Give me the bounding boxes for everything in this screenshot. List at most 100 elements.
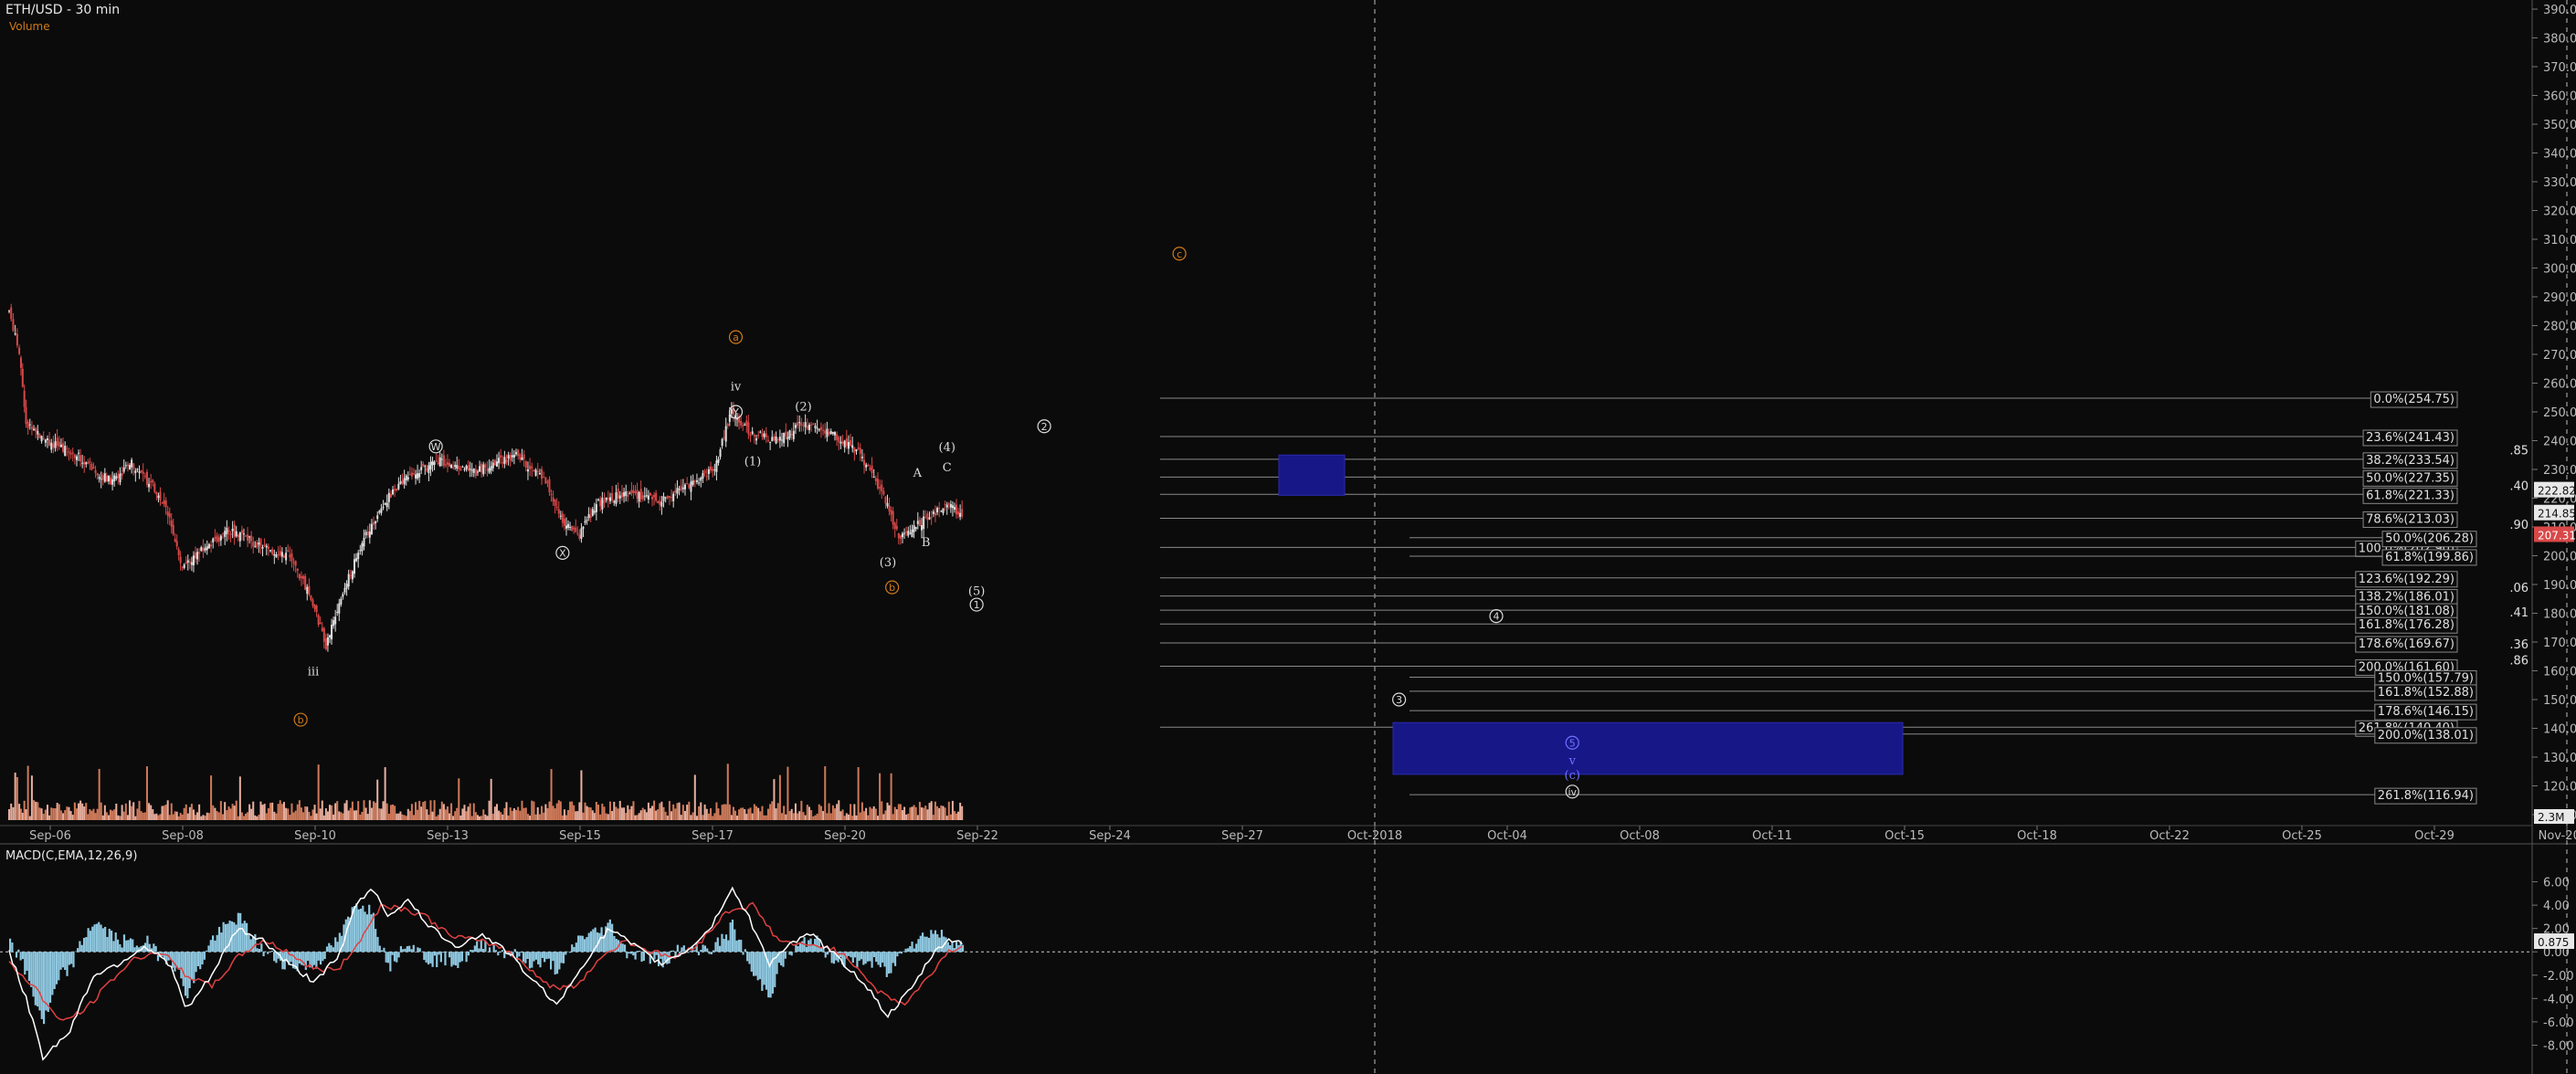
candle-body [550, 494, 553, 496]
wave-label: X [559, 547, 566, 559]
macd-histogram-bar [668, 952, 670, 963]
macd-histogram-bar [19, 952, 22, 961]
fib-label-left: 0.0%(254.75) [2373, 393, 2455, 406]
candle-body [886, 502, 889, 507]
volume-bar [730, 815, 733, 820]
volume-bar [584, 802, 586, 820]
candle-body [698, 482, 701, 484]
macd-histogram-bar [761, 952, 764, 992]
macd-histogram-bar [636, 951, 639, 953]
fib-label-left: 161.8%(176.28) [2359, 618, 2455, 632]
volume-bar [245, 813, 247, 820]
macd-histogram-bar [119, 943, 121, 953]
macd-histogram-bar [383, 947, 385, 953]
candle-body [19, 357, 22, 368]
macd-histogram-bar [72, 952, 75, 968]
volume-bar [495, 804, 498, 820]
volume-last-tag: 2.3M [2538, 811, 2564, 824]
macd-histogram-bar [666, 952, 669, 964]
volume-bar [517, 806, 520, 820]
volume-bar [265, 813, 268, 820]
candle-body [68, 451, 70, 453]
volume-bar [498, 810, 501, 820]
macd-histogram-bar [826, 952, 829, 955]
volume-bar [479, 816, 481, 820]
candle-body [554, 499, 556, 506]
candle-body [231, 528, 234, 532]
volume-bar [16, 776, 18, 820]
time-tick-label: Oct-18 [2017, 829, 2057, 843]
volume-bar [357, 801, 360, 820]
macd-histogram-bar [805, 946, 808, 953]
volume-bar [408, 810, 411, 820]
volume-bar [405, 816, 407, 820]
candle-body [509, 454, 512, 461]
volume-bar [174, 811, 176, 820]
macd-histogram-bar [315, 952, 318, 969]
time-tick-label: Oct-29 [2414, 829, 2455, 843]
candle-body [523, 454, 525, 459]
candle-body [882, 490, 885, 495]
volume-bar [486, 816, 489, 820]
candle-body [893, 522, 896, 530]
macd-histogram-bar [608, 919, 611, 953]
wave-label: a [733, 332, 739, 343]
macd-histogram-bar [628, 952, 630, 954]
candle-body [275, 554, 278, 558]
candle-body [899, 535, 902, 540]
macd-histogram-bar [273, 952, 276, 962]
macd-histogram-bar [399, 945, 403, 953]
volume-bar [153, 814, 156, 820]
macd-histogram-bar [780, 952, 783, 966]
volume-bar [670, 811, 673, 820]
volume-bar [359, 814, 362, 820]
volume-bar [470, 816, 473, 820]
volume-bar [586, 806, 588, 820]
candle-body [783, 432, 786, 444]
fib-partial-label: .41 [2509, 606, 2528, 620]
candle-body [769, 442, 772, 444]
volume-bar [761, 806, 764, 820]
volume-bar [467, 806, 470, 820]
candle-body [571, 525, 574, 531]
macd-histogram-bar [258, 949, 261, 953]
candle-body [838, 437, 840, 443]
chart-stage[interactable]: ETH/USD - 30 min Volume MACD(C,EMA,12,26… [0, 0, 2576, 1074]
candle-body [702, 473, 704, 479]
macd-histogram-bar [945, 937, 947, 953]
candle-body [874, 478, 877, 481]
candle-body [287, 550, 290, 553]
candle-body [476, 471, 479, 473]
macd-histogram-bar [742, 952, 744, 955]
macd-histogram-bar [579, 935, 582, 953]
wave-label: (1) [744, 456, 761, 469]
candle-body [163, 500, 165, 504]
volume-bar [375, 802, 377, 820]
volume-bar [444, 809, 447, 820]
volume-bar [507, 815, 510, 820]
price-chart-svg[interactable]: 110.00120.00130.00140.00150.00160.00170.… [0, 0, 2576, 1074]
volume-bar [364, 807, 367, 820]
volume-bar [110, 809, 111, 820]
candle-body [166, 511, 169, 516]
candle-body [578, 534, 581, 539]
volume-bar [959, 802, 962, 820]
candle-body [536, 470, 539, 472]
wave-label: (4) [939, 441, 955, 455]
candle-body [261, 546, 264, 549]
candle-body [705, 476, 708, 478]
volume-bar [155, 813, 158, 820]
candle-body [826, 428, 829, 437]
volume-bar [526, 814, 529, 820]
macd-histogram-bar [95, 923, 99, 953]
time-tick-label: Sep-06 [29, 829, 71, 843]
candle-body [306, 586, 309, 595]
macd-histogram-bar [243, 921, 246, 953]
candle-body [792, 430, 795, 439]
macd-histogram-bar [48, 952, 52, 1003]
macd-histogram-bar [216, 934, 218, 953]
candle-body [410, 472, 413, 477]
volume-bar [403, 815, 406, 820]
volume-bar [738, 809, 741, 820]
volume-bar [500, 812, 502, 820]
